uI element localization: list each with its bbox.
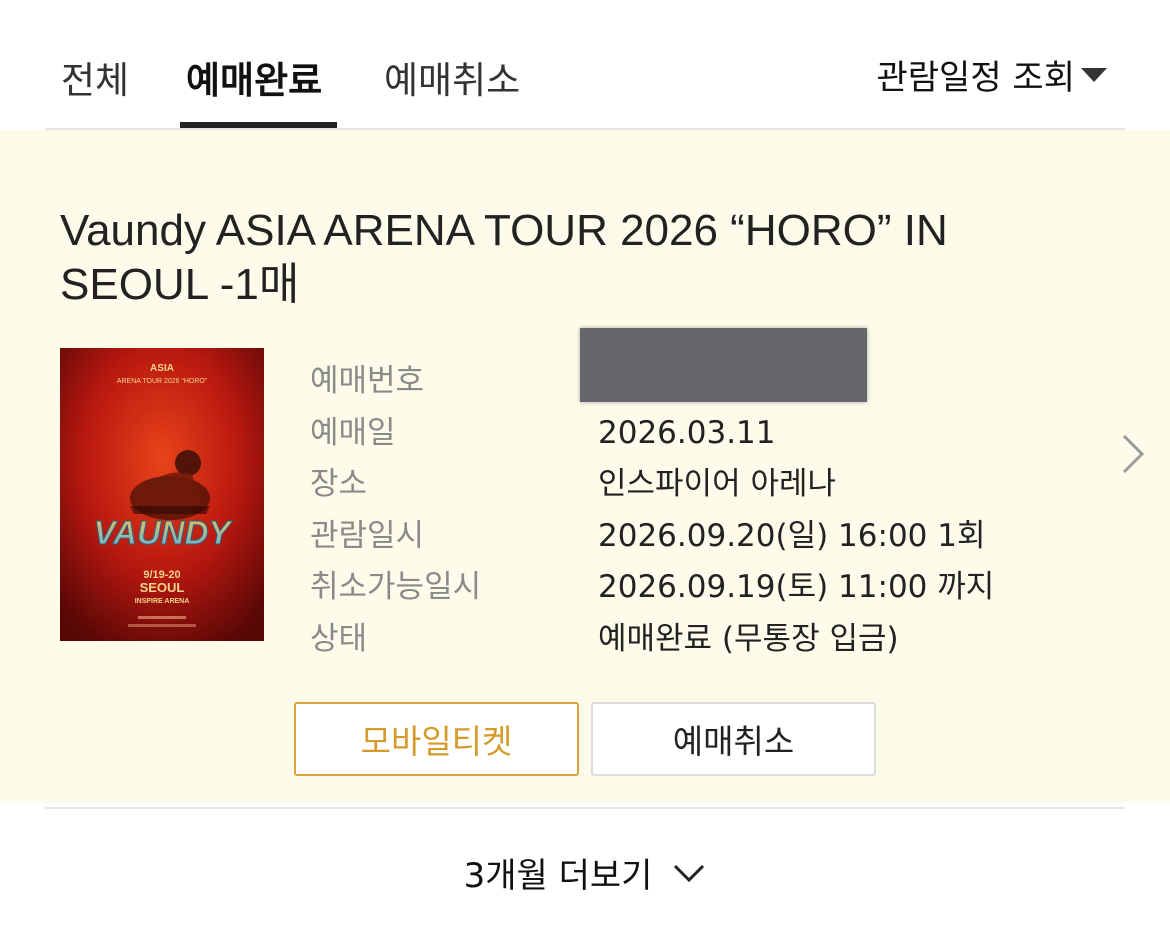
event-poster: ASIA ARENA TOUR 2026 “HORO” VAUNDY 9/19-…: [60, 348, 264, 641]
chevron-down-icon: [674, 864, 705, 882]
field-label-booking-number: 예매번호: [310, 363, 425, 399]
booking-field-labels: 예매번호 예매일 장소 관람일시 취소가능일시 상태: [310, 356, 481, 665]
poster-city: SEOUL: [140, 580, 185, 595]
redaction-box: [580, 328, 867, 402]
field-value-show-datetime: 2026.09.20(일) 16:00 1회: [598, 517, 986, 554]
load-more-button[interactable]: 3개월 더보기: [0, 848, 1170, 897]
tab-all[interactable]: 전체: [61, 50, 129, 104]
load-more-label: 3개월 더보기: [463, 856, 653, 896]
active-tab-indicator: [180, 122, 337, 128]
schedule-filter-label: 관람일정 조회: [876, 58, 1076, 98]
poster-line1: ASIA: [150, 363, 174, 374]
field-value-status: 예매완료 (무통장 입금): [598, 620, 899, 657]
field-label-venue: 장소: [310, 466, 368, 502]
poster-venue: INSPIRE ARENA: [135, 598, 190, 605]
schedule-filter-dropdown[interactable]: 관람일정 조회: [876, 50, 1107, 99]
field-value-venue: 인스파이어 아레나: [598, 466, 837, 502]
field-value-cancel-deadline: 2026.09.19(토) 11:00 까지: [598, 569, 995, 605]
field-label-status: 상태: [310, 620, 368, 657]
booking-title: Vaundy ASIA ARENA TOUR 2026 “HORO” IN SE…: [60, 206, 948, 309]
caret-down-icon: [1081, 67, 1107, 82]
poster-logo: VAUNDY: [94, 514, 234, 551]
cancel-booking-button[interactable]: 예매취소: [591, 702, 876, 776]
poster-image: ASIA ARENA TOUR 2026 “HORO” VAUNDY 9/19-…: [60, 348, 264, 641]
tab-booked[interactable]: 예매완료: [186, 50, 322, 104]
field-label-show-datetime: 관람일시: [310, 517, 425, 554]
field-value-booking-date: 2026.03.11: [598, 414, 776, 451]
tab-cancelled[interactable]: 예매취소: [384, 50, 520, 104]
chevron-right-icon[interactable]: [1120, 432, 1148, 480]
field-label-booking-date: 예매일: [310, 414, 396, 451]
field-label-cancel-deadline: 취소가능일시: [310, 569, 482, 605]
poster-line2: ARENA TOUR 2026 “HORO”: [117, 378, 208, 385]
booking-card[interactable]: Vaundy ASIA ARENA TOUR 2026 “HORO” IN SE…: [0, 130, 1170, 803]
mobile-ticket-button[interactable]: 모바일티켓: [294, 702, 579, 776]
divider: [45, 807, 1125, 809]
tab-bar: 전체 예매완료 예매취소 관람일정 조회: [45, 0, 1125, 130]
booking-field-values: 2026.03.11 인스파이어 아레나 2026.09.20(일) 16:00…: [598, 356, 994, 665]
